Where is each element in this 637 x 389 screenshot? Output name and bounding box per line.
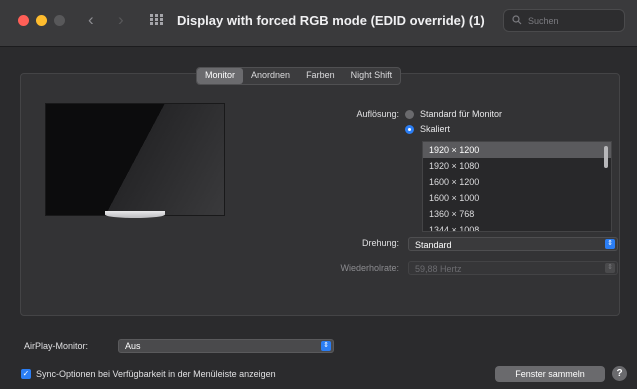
- list-item[interactable]: 1600 × 1200: [423, 174, 611, 190]
- radio-standard-label: Standard für Monitor: [420, 109, 503, 119]
- list-item[interactable]: 1920 × 1200: [423, 142, 611, 158]
- sync-checkbox[interactable]: ✓: [21, 369, 31, 379]
- airplay-label: AirPlay-Monitor:: [24, 341, 89, 351]
- sync-option-label: Sync-Optionen bei Verfügbarkeit in der M…: [36, 369, 276, 379]
- tab-colors[interactable]: Farben: [298, 68, 343, 84]
- chevron-updown-icon: ⇕: [321, 341, 331, 351]
- airplay-select[interactable]: Aus ⇕: [118, 339, 334, 353]
- rotation-label: Drehung:: [361, 238, 399, 248]
- close-button[interactable]: [18, 15, 29, 26]
- search-icon: [512, 15, 522, 25]
- rotation-value: Standard: [415, 240, 452, 250]
- resolution-label: Auflösung:: [356, 109, 399, 119]
- window-title: Display with forced RGB mode (EDID overr…: [177, 13, 485, 28]
- tab-monitor[interactable]: Monitor: [197, 68, 244, 84]
- refresh-value: 59,88 Hertz: [415, 264, 462, 274]
- tab-bar: Monitor Anordnen Farben Night Shift: [196, 67, 402, 85]
- refresh-label: Wiederholrate:: [340, 263, 399, 273]
- search-field[interactable]: Suchen: [503, 9, 625, 32]
- chevron-updown-icon: ⇕: [605, 263, 615, 273]
- radio-scaled[interactable]: Skaliert: [405, 124, 450, 134]
- minimize-button[interactable]: [36, 15, 47, 26]
- grid-icon[interactable]: [150, 14, 164, 26]
- monitor-stand: [105, 211, 165, 218]
- resolution-list[interactable]: 1920 × 1200 1920 × 1080 1600 × 1200 1600…: [422, 141, 612, 232]
- radio-standard[interactable]: Standard für Monitor: [405, 109, 502, 119]
- airplay-value: Aus: [125, 341, 141, 351]
- list-item[interactable]: 1360 × 768: [423, 206, 611, 222]
- chevron-updown-icon: ⇕: [605, 239, 615, 249]
- list-item[interactable]: 1920 × 1080: [423, 158, 611, 174]
- chevron-left-icon[interactable]: ‹: [88, 10, 94, 30]
- tab-arrange[interactable]: Anordnen: [243, 68, 298, 84]
- list-item[interactable]: 1600 × 1000: [423, 190, 611, 206]
- radio-scaled-label: Skaliert: [420, 124, 451, 134]
- zoom-button[interactable]: [54, 15, 65, 26]
- gather-windows-button[interactable]: Fenster sammeln: [495, 366, 605, 382]
- title-bar: ‹ › Display with forced RGB mode (EDID o…: [0, 0, 637, 47]
- radio-standard-indicator[interactable]: [405, 109, 414, 119]
- refresh-select: 59,88 Hertz ⇕: [408, 261, 618, 275]
- chevron-right-icon[interactable]: ›: [118, 10, 124, 30]
- rotation-select[interactable]: Standard ⇕: [408, 237, 618, 251]
- radio-scaled-indicator[interactable]: [405, 124, 414, 134]
- tab-night-shift[interactable]: Night Shift: [343, 68, 401, 84]
- help-button[interactable]: ?: [612, 366, 627, 381]
- scrollbar-thumb[interactable]: [604, 146, 608, 168]
- monitor-image: [45, 103, 225, 216]
- search-placeholder: Suchen: [528, 16, 559, 26]
- list-item[interactable]: 1344 × 1008: [423, 222, 611, 231]
